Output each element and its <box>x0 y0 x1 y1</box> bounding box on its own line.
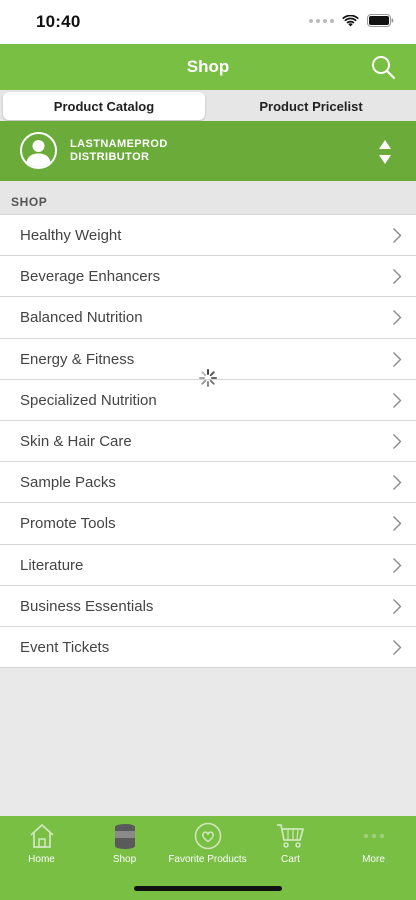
section-header: SHOP <box>0 181 416 215</box>
list-item-label: Business Essentials <box>20 597 154 615</box>
chevron-right-icon <box>393 639 402 655</box>
distributor-name: LASTNAMEPROD <box>70 138 168 150</box>
catalog-segmented-control: Product Catalog Product Pricelist <box>0 90 416 121</box>
chevron-right-icon <box>393 228 402 243</box>
list-item-label: Event Tickets <box>20 638 110 656</box>
list-item-label: Skin & Hair Care <box>20 432 132 450</box>
status-bar: 10:40 <box>0 0 416 44</box>
chevron-right-icon <box>393 557 402 573</box>
chevron-right-icon <box>393 598 402 614</box>
segment-product-pricelist[interactable]: Product Pricelist <box>208 92 414 120</box>
list-item[interactable]: Promote Tools <box>0 503 416 545</box>
more-icon <box>363 833 384 839</box>
status-time: 10:40 <box>36 12 81 31</box>
list-item-label: Specialized Nutrition <box>20 391 157 409</box>
tab-bar: Home Shop Favorite Products Cart More <box>0 816 416 900</box>
heart-icon <box>194 822 221 850</box>
tab-favorite-products-label: Favorite Products <box>168 854 247 865</box>
status-icons <box>309 14 394 27</box>
page-title: Shop <box>186 57 230 76</box>
list-item[interactable]: Event Tickets <box>0 627 416 669</box>
category-list: Healthy Weight Beverage Enhancers Balanc… <box>0 214 416 669</box>
section-title: SHOP <box>11 195 48 209</box>
list-item[interactable]: Sample Packs <box>0 462 416 504</box>
chevron-right-icon <box>393 351 402 367</box>
list-item[interactable]: Balanced Nutrition <box>0 297 416 339</box>
tab-cart-label: Cart <box>281 854 300 865</box>
list-item-label: Promote Tools <box>20 515 116 533</box>
sort-arrows-icon[interactable] <box>378 139 392 165</box>
list-item-label: Sample Packs <box>20 474 116 492</box>
distributor-selector[interactable]: LASTNAMEPROD DISTRIBUTOR <box>0 121 416 181</box>
list-item-label: Healthy Weight <box>20 227 122 244</box>
distributor-info: LASTNAMEPROD DISTRIBUTOR <box>70 138 168 164</box>
distributor-role: DISTRIBUTOR <box>70 151 150 163</box>
tab-more[interactable]: More <box>332 822 415 872</box>
battery-icon <box>367 14 394 27</box>
segment-product-catalog[interactable]: Product Catalog <box>3 92 205 120</box>
list-item[interactable]: Business Essentials <box>0 586 416 627</box>
cart-icon <box>276 824 304 848</box>
list-item[interactable]: Beverage Enhancers <box>0 256 416 298</box>
user-avatar-icon <box>20 132 57 169</box>
tab-shop[interactable]: Shop <box>83 822 166 872</box>
tab-home[interactable]: Home <box>0 822 83 872</box>
wifi-icon <box>342 14 359 26</box>
chevron-right-icon <box>393 433 402 449</box>
tab-home-label: Home <box>28 854 55 865</box>
cellular-signal-icon <box>309 18 334 23</box>
nav-bar: Shop <box>0 44 416 90</box>
tab-shop-label: Shop <box>112 854 137 865</box>
tab-favorite-products[interactable]: Favorite Products <box>166 822 249 872</box>
list-item[interactable]: Literature <box>0 545 416 586</box>
home-icon <box>29 824 54 848</box>
list-item-label: Beverage Enhancers <box>20 268 161 286</box>
list-item[interactable]: Healthy Weight <box>0 215 416 257</box>
tab-cart[interactable]: Cart <box>249 822 332 872</box>
list-item-label: Energy & Fitness <box>20 350 135 368</box>
list-item-label: Balanced Nutrition <box>20 309 143 327</box>
loading-spinner-icon <box>199 369 217 387</box>
list-item[interactable]: Skin & Hair Care <box>0 421 416 463</box>
chevron-right-icon <box>393 475 402 491</box>
tab-more-label: More <box>362 854 385 865</box>
chevron-right-icon <box>393 269 402 285</box>
chevron-right-icon <box>393 392 402 408</box>
chevron-right-icon <box>393 516 402 532</box>
shop-icon <box>114 824 135 849</box>
chevron-right-icon <box>393 310 402 326</box>
home-indicator <box>134 886 282 891</box>
list-item-label: Literature <box>20 556 84 574</box>
search-icon[interactable] <box>370 54 396 80</box>
